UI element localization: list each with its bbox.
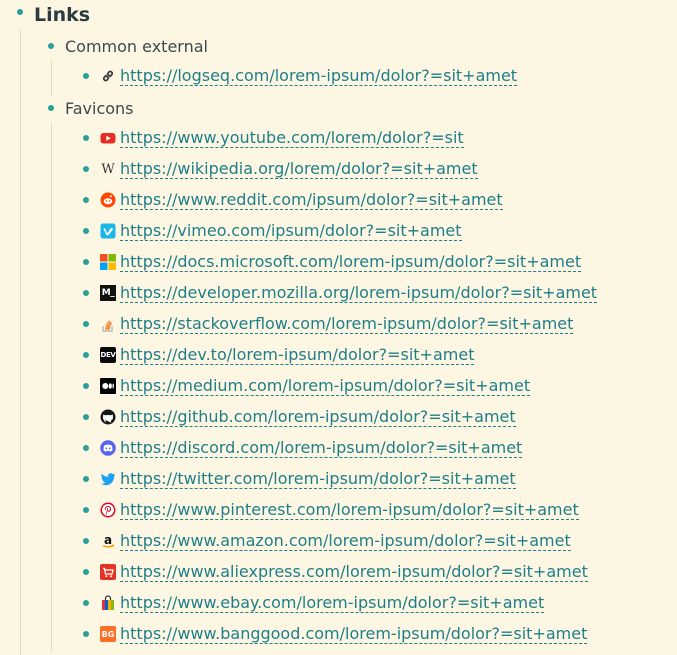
link-row: https://www.reddit.com/ipsum/dolor?=sit+… — [100, 190, 503, 210]
external-link[interactable]: https://www.reddit.com/ipsum/dolor?=sit+… — [120, 190, 503, 210]
bullet[interactable] — [83, 538, 89, 544]
bullet[interactable] — [83, 166, 89, 172]
link-row: https://stackoverflow.com/lorem-ipsum/do… — [100, 314, 574, 334]
link-row: a https://www.amazon.com/lorem-ipsum/dol… — [100, 531, 571, 551]
group-label-common-external: Common external — [65, 36, 208, 56]
bullet[interactable] — [83, 631, 89, 637]
external-link[interactable]: https://medium.com/lorem-ipsum/dolor?=si… — [120, 376, 531, 396]
link-row: W https://wikipedia.org/lorem/dolor?=sit… — [100, 159, 478, 179]
bullet[interactable] — [48, 43, 54, 49]
external-link[interactable]: https://www.youtube.com/lorem/dolor?=sit — [120, 128, 464, 148]
bullet[interactable] — [17, 9, 23, 15]
bullet[interactable] — [83, 197, 89, 203]
bullet[interactable] — [83, 135, 89, 141]
medium-icon — [100, 378, 116, 394]
bullet[interactable] — [83, 414, 89, 420]
link-row: https://www.ebay.com/lorem-ipsum/dolor?=… — [100, 593, 545, 613]
block-title: Links — [34, 4, 91, 26]
wikipedia-icon: W — [101, 161, 115, 177]
external-link[interactable]: https://github.com/lorem-ipsum/dolor?=si… — [120, 407, 516, 427]
external-link[interactable]: https://wikipedia.org/lorem/dolor?=sit+a… — [120, 159, 478, 179]
link-row: https://docs.microsoft.com/lorem-ipsum/d… — [100, 252, 582, 272]
bullet[interactable] — [83, 445, 89, 451]
amazon-icon: a — [100, 533, 116, 549]
external-link[interactable]: https://developer.mozilla.org/lorem-ipsu… — [120, 283, 598, 303]
bullet[interactable] — [83, 476, 89, 482]
bullet[interactable] — [83, 259, 89, 265]
group-label-row: Favicons — [65, 98, 134, 118]
vimeo-icon — [100, 223, 116, 239]
twitter-icon — [100, 471, 116, 487]
link-row: https://www.youtube.com/lorem/dolor?=sit — [100, 128, 464, 148]
external-link[interactable]: https://logseq.com/lorem-ipsum/dolor?=si… — [120, 66, 518, 86]
guide-line — [51, 60, 52, 96]
external-link[interactable]: https://dev.to/lorem-ipsum/dolor?=sit+am… — [120, 345, 475, 365]
bullet[interactable] — [83, 321, 89, 327]
youtube-icon — [100, 130, 116, 146]
pinterest-icon — [100, 502, 116, 518]
bullet[interactable] — [83, 290, 89, 296]
link-row: https://vimeo.com/ipsum/dolor?=sit+amet — [100, 221, 462, 241]
link-row: https://twitter.com/lorem-ipsum/dolor?=s… — [100, 469, 516, 489]
bullet[interactable] — [83, 600, 89, 606]
bullet[interactable] — [83, 352, 89, 358]
devto-icon: DEV — [100, 347, 116, 363]
svg-text:a: a — [104, 533, 112, 547]
external-link[interactable]: https://www.ebay.com/lorem-ipsum/dolor?=… — [120, 593, 545, 613]
link-row: DEV https://dev.to/lorem-ipsum/dolor?=si… — [100, 345, 475, 365]
link-row: https://logseq.com/lorem-ipsum/dolor?=si… — [100, 66, 518, 86]
block-title-row: Links — [34, 3, 90, 27]
link-row: M_ https://developer.mozilla.org/lorem-i… — [100, 283, 598, 303]
guide-line — [20, 30, 21, 655]
link-row: https://medium.com/lorem-ipsum/dolor?=si… — [100, 376, 531, 396]
reddit-icon — [100, 192, 116, 208]
external-link[interactable]: https://www.pinterest.com/lorem-ipsum/do… — [120, 500, 579, 520]
link-row: https://www.aliexpress.com/lorem-ipsum/d… — [100, 562, 588, 582]
bullet[interactable] — [48, 105, 54, 111]
external-link[interactable]: https://www.aliexpress.com/lorem-ipsum/d… — [120, 562, 588, 582]
group-label-favicons: Favicons — [65, 98, 134, 118]
external-link[interactable]: https://www.banggood.com/lorem-ipsum/dol… — [120, 624, 588, 644]
external-link[interactable]: https://twitter.com/lorem-ipsum/dolor?=s… — [120, 469, 516, 489]
external-link[interactable]: https://vimeo.com/ipsum/dolor?=sit+amet — [120, 221, 462, 241]
link-row: https://www.pinterest.com/lorem-ipsum/do… — [100, 500, 579, 520]
link-row: https://github.com/lorem-ipsum/dolor?=si… — [100, 407, 516, 427]
aliexpress-icon — [100, 564, 116, 580]
external-link[interactable]: https://stackoverflow.com/lorem-ipsum/do… — [120, 314, 574, 334]
bullet[interactable] — [83, 228, 89, 234]
guide-line — [51, 122, 52, 652]
external-link[interactable]: https://discord.com/lorem-ipsum/dolor?=s… — [120, 438, 523, 458]
microsoft-icon — [100, 254, 116, 270]
group-label-row: Common external — [65, 36, 208, 56]
external-link[interactable]: https://www.amazon.com/lorem-ipsum/dolor… — [120, 531, 571, 551]
mdn-icon: M_ — [100, 285, 116, 301]
banggood-icon: BG — [100, 626, 116, 642]
github-icon — [100, 409, 116, 425]
bullet[interactable] — [83, 73, 89, 79]
bullet[interactable] — [83, 383, 89, 389]
bullet[interactable] — [83, 569, 89, 575]
link-row: BG https://www.banggood.com/lorem-ipsum/… — [100, 624, 588, 644]
link-row: https://discord.com/lorem-ipsum/dolor?=s… — [100, 438, 523, 458]
chain-link-icon — [100, 68, 116, 84]
ebay-icon — [100, 595, 116, 611]
stackoverflow-icon — [100, 316, 116, 332]
bullet[interactable] — [83, 507, 89, 513]
external-link[interactable]: https://docs.microsoft.com/lorem-ipsum/d… — [120, 252, 582, 272]
discord-icon — [100, 440, 116, 456]
